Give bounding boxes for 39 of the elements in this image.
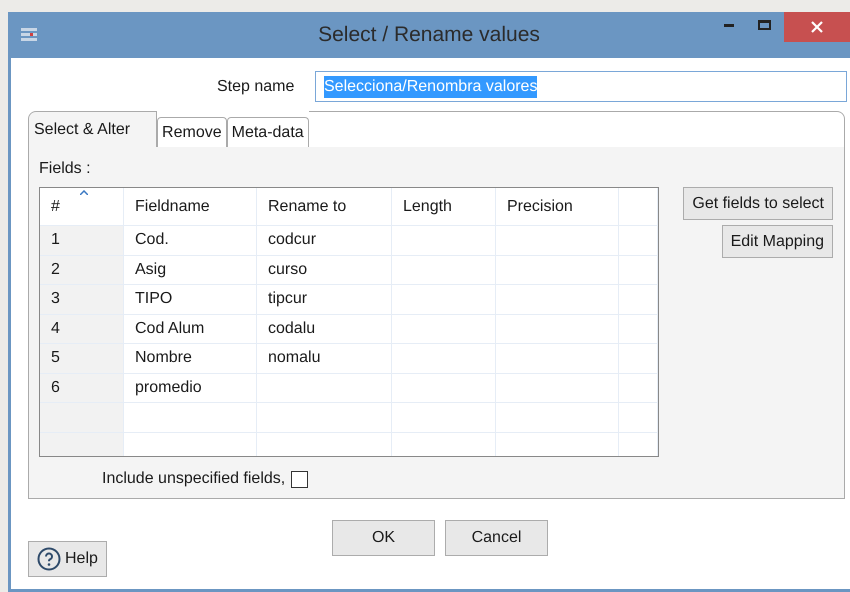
table-cell: TIPO	[124, 285, 257, 314]
column-header[interactable]: Fieldname	[124, 188, 257, 225]
column-header[interactable]: Length	[392, 188, 496, 225]
close-button[interactable]	[784, 12, 850, 42]
table-cell: Cod.	[124, 226, 257, 254]
row-header: 2	[40, 256, 124, 284]
help-icon	[37, 547, 61, 571]
help-button[interactable]: Help	[28, 541, 107, 577]
fields-label: Fields :	[39, 159, 92, 179]
tab[interactable]: Remove	[157, 117, 227, 147]
tab[interactable]: Meta-data	[226, 117, 309, 147]
step-name-label: Step name	[217, 76, 296, 96]
row-header: 5	[40, 344, 124, 372]
action-button[interactable]: Edit Mapping	[722, 225, 833, 258]
table-cell: codalu	[257, 314, 392, 343]
column-header[interactable]: Precision	[496, 188, 619, 225]
table-cell: nomalu	[257, 344, 392, 372]
row-header: 1	[40, 226, 124, 254]
row-header: 4	[40, 314, 124, 343]
tab[interactable]: Select & Alter	[28, 111, 158, 147]
app-icon	[20, 27, 38, 43]
row-header: 6	[40, 374, 124, 402]
checkbox[interactable]	[291, 470, 308, 488]
column-header[interactable]: Rename to	[257, 188, 392, 225]
table-cell: codcur	[257, 226, 392, 254]
table-cell: Cod Alum	[124, 314, 257, 343]
table-cell: Asig	[124, 256, 257, 284]
column-header[interactable]: #	[40, 188, 124, 225]
row-header: 3	[40, 285, 124, 314]
table-cell: promedio	[124, 374, 257, 402]
table-cell: curso	[257, 256, 392, 284]
table-cell: tipcur	[257, 285, 392, 314]
table-cell: Nombre	[124, 344, 257, 372]
window-title: Select / Rename values	[318, 22, 540, 48]
dialog-button[interactable]: OK	[332, 520, 435, 556]
close-icon	[811, 21, 823, 33]
dialog-button[interactable]: Cancel	[445, 520, 548, 556]
include-unspecified-label: Include unspecified fields,	[102, 469, 286, 489]
action-button[interactable]: Get fields to select	[683, 187, 833, 220]
